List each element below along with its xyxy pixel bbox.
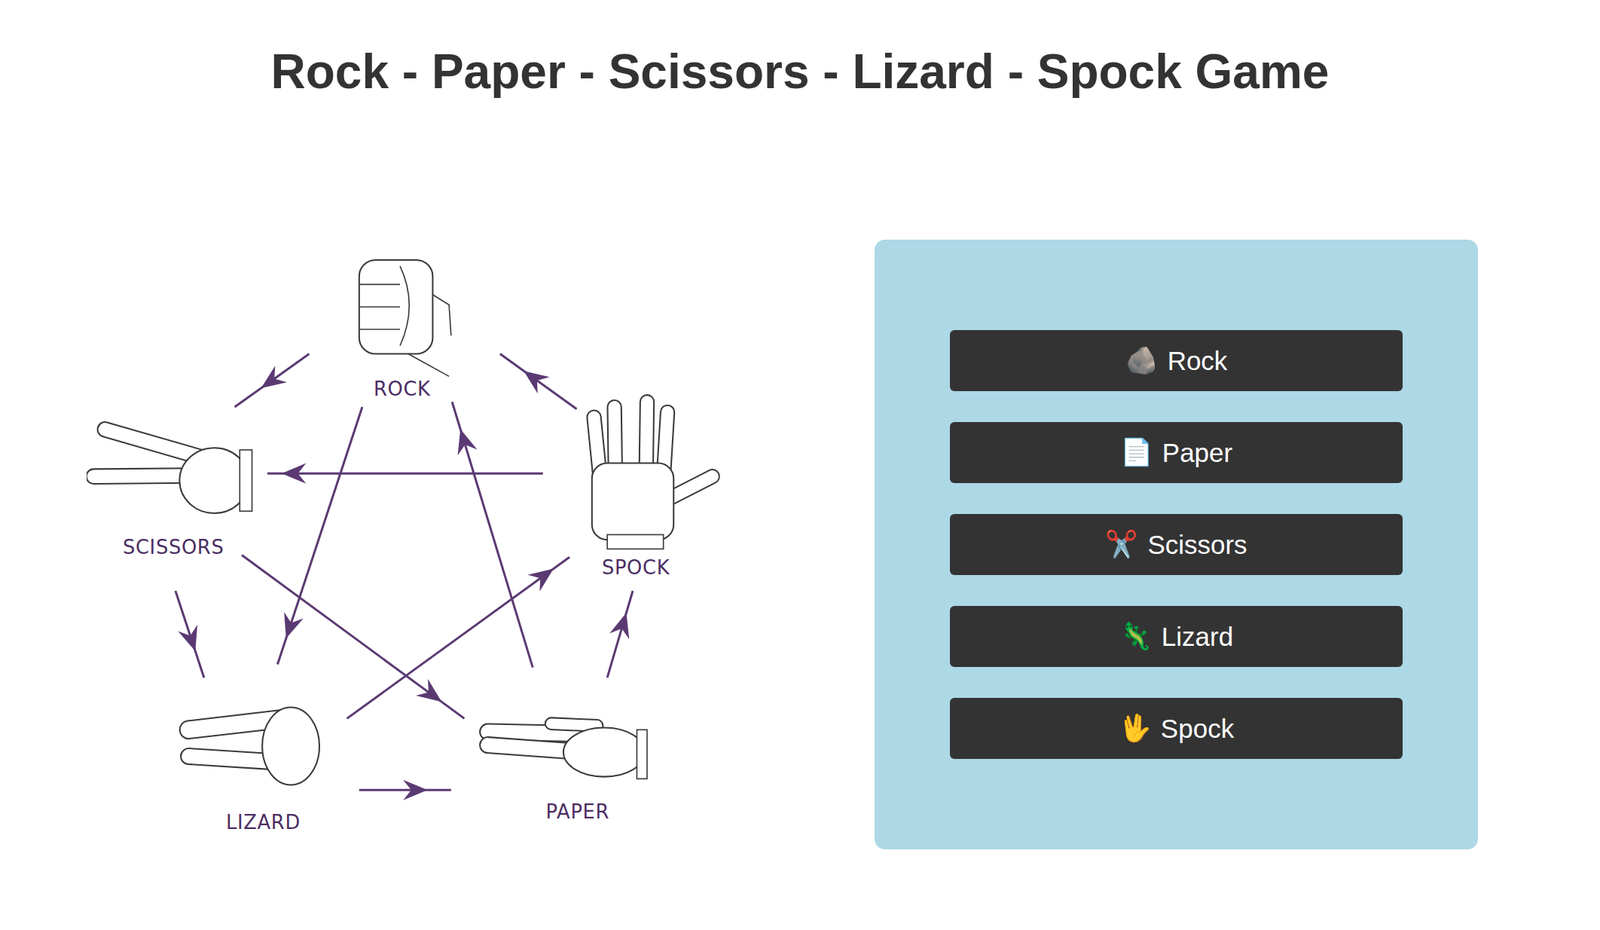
- choice-button[interactable]: 🖖 Spock: [949, 697, 1403, 759]
- choice-label: Spock: [1160, 713, 1234, 744]
- choice-icon: 🪨: [1125, 345, 1159, 376]
- game-area: ROCK SPOCK PAPER LIZARD SCISSORS 🪨 Rock 📄 Pap…: [0, 239, 1600, 849]
- choice-icon: 🦎: [1119, 620, 1153, 652]
- rock-hand-icon: [359, 259, 452, 376]
- choice-button[interactable]: 🦎 Lizard: [949, 605, 1403, 667]
- choice-label: Paper: [1162, 437, 1233, 468]
- page: Rock - Paper - Scissors - Lizard - Spock…: [0, 0, 1600, 930]
- beats-arrow: [451, 401, 533, 667]
- choice-button[interactable]: 📄 Paper: [949, 421, 1403, 483]
- beats-arrow: [500, 353, 578, 409]
- scissors-hand-icon: [93, 428, 252, 513]
- spock-hand-icon: [592, 401, 713, 549]
- choice-icon: ✂️: [1105, 528, 1139, 560]
- choice-icon: 🖖: [1118, 712, 1152, 744]
- lizard-hand-icon: [189, 706, 320, 785]
- paper-hand-icon: [488, 723, 648, 779]
- choice-label: Scissors: [1147, 529, 1247, 560]
- choice-button[interactable]: ✂️ Scissors: [949, 513, 1403, 575]
- rules-diagram: ROCK SPOCK PAPER LIZARD SCISSORS: [86, 248, 725, 841]
- beats-arrow: [175, 589, 205, 677]
- choice-icon: 📄: [1120, 436, 1154, 468]
- beats-arrow: [235, 353, 310, 407]
- beats-arrow: [267, 462, 544, 483]
- beats-arrow: [607, 589, 633, 677]
- beats-arrow: [277, 406, 362, 665]
- choice-panel: 🪨 Rock 📄 Paper ✂️ Scissors 🦎 Lizard 🖖 Spock: [874, 239, 1478, 849]
- beats-arrow: [359, 778, 452, 800]
- node-label: ROCK: [373, 377, 431, 400]
- choice-button[interactable]: 🪨 Rock: [949, 329, 1403, 391]
- node-label: PAPER: [546, 800, 611, 823]
- beats-arrow: [241, 554, 465, 718]
- choice-label: Lizard: [1161, 621, 1234, 652]
- choice-label: Rock: [1167, 345, 1228, 376]
- beats-arrow: [347, 556, 570, 718]
- node-label: SCISSORS: [122, 535, 224, 559]
- node-label: SPOCK: [601, 555, 671, 579]
- node-label: LIZARD: [225, 809, 301, 833]
- page-title: Rock - Paper - Scissors - Lizard - Spock…: [0, 43, 1600, 100]
